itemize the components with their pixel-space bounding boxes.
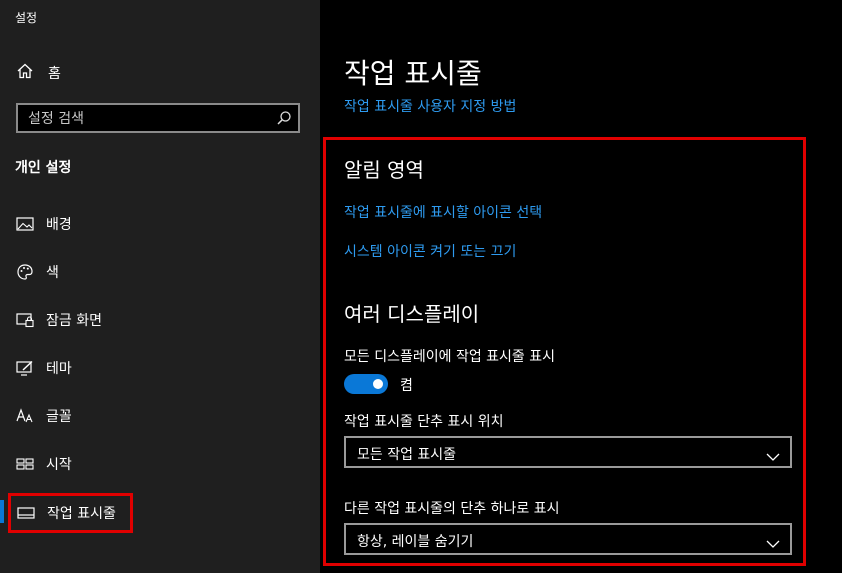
taskbar-icon: [17, 504, 35, 522]
lock-screen-icon: [16, 311, 34, 329]
sidebar-item-label: 글꼴: [46, 409, 72, 425]
sidebar-item-background[interactable]: 배경: [16, 212, 72, 236]
sidebar-item-fonts[interactable]: 글꼴: [16, 404, 72, 428]
section-label: 개인 설정: [15, 160, 72, 176]
show-all-displays-toggle[interactable]: [344, 374, 388, 394]
font-icon: [16, 407, 34, 425]
multiple-displays-heading: 여러 디스플레이: [344, 302, 480, 326]
sidebar-item-label: 테마: [46, 361, 72, 377]
sidebar-item-taskbar[interactable]: 작업 표시줄: [8, 493, 133, 533]
sidebar-item-color[interactable]: 색: [16, 260, 59, 284]
app-title: 설정: [15, 11, 38, 25]
sidebar-item-label: 배경: [46, 217, 72, 233]
search-input[interactable]: [26, 108, 270, 130]
sidebar-item-home[interactable]: 홈: [16, 63, 61, 83]
customize-taskbar-link[interactable]: 작업 표시줄 사용자 지정 방법: [344, 96, 516, 116]
chevron-down-icon: [766, 447, 780, 466]
selected-indicator: [0, 500, 4, 523]
buttons-position-label: 작업 표시줄 단추 표시 위치: [344, 414, 504, 430]
select-icons-link[interactable]: 작업 표시줄에 표시할 아이콘 선택: [344, 202, 542, 222]
notification-area-heading: 알림 영역: [344, 158, 424, 182]
dropdown-value: 모든 작업 표시줄: [357, 447, 457, 463]
sidebar-item-label: 작업 표시줄: [47, 506, 116, 522]
home-icon: [16, 62, 34, 84]
search-box[interactable]: [16, 103, 300, 133]
combine-buttons-dropdown[interactable]: 항상, 레이블 숨기기: [344, 523, 792, 555]
page-title: 작업 표시줄: [344, 57, 482, 90]
chevron-down-icon: [766, 534, 780, 553]
search-icon[interactable]: [276, 110, 292, 130]
buttons-position-dropdown[interactable]: 모든 작업 표시줄: [344, 436, 792, 468]
sidebar-item-label: 잠금 화면: [46, 313, 102, 329]
palette-icon: [16, 263, 34, 281]
theme-icon: [16, 359, 34, 377]
dropdown-value: 항상, 레이블 숨기기: [357, 534, 474, 550]
sidebar-item-theme[interactable]: 테마: [16, 356, 72, 380]
sidebar-item-label: 홈: [48, 66, 61, 82]
system-icons-link[interactable]: 시스템 아이콘 켜기 또는 끄기: [344, 241, 516, 261]
sidebar-item-lock-screen[interactable]: 잠금 화면: [16, 308, 102, 332]
sidebar-item-label: 색: [46, 265, 59, 281]
toggle-knob: [373, 379, 383, 389]
start-icon: [16, 455, 34, 473]
show-all-displays-label: 모든 디스플레이에 작업 표시줄 표시: [344, 349, 555, 365]
sidebar: 설정 홈 개인 설정 배경 색 잠금 화면 테마: [0, 0, 320, 573]
sidebar-item-start[interactable]: 시작: [16, 452, 72, 476]
picture-icon: [16, 215, 34, 233]
toggle-state-label: 켬: [400, 378, 413, 394]
sidebar-item-label: 시작: [46, 457, 72, 473]
combine-buttons-label: 다른 작업 표시줄의 단추 하나로 표시: [344, 501, 560, 517]
